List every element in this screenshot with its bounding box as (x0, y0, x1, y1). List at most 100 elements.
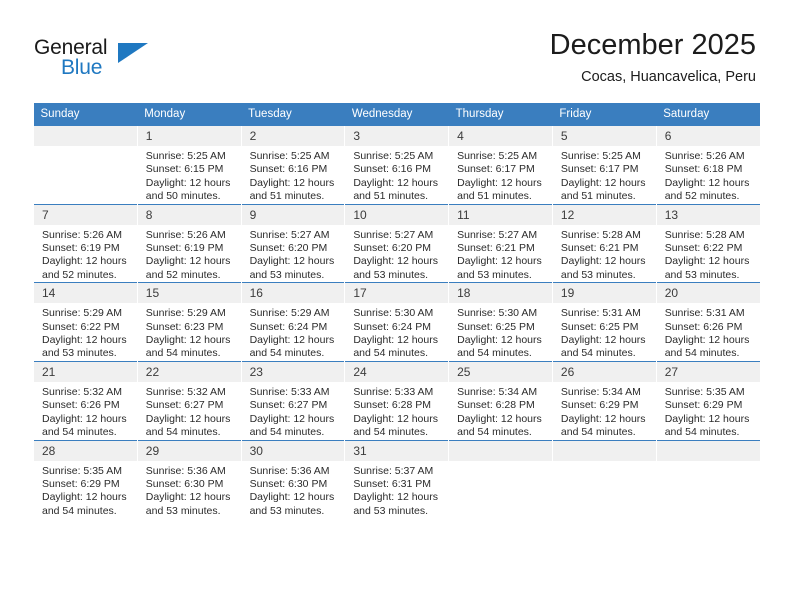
sunset-text: Sunset: 6:30 PM (145, 477, 224, 490)
sunrise-text: Sunrise: 5:29 AM (145, 307, 226, 320)
sunrise-text: Sunrise: 5:36 AM (145, 464, 226, 477)
day-details: Sunrise: 5:26 AM Sunset: 6:19 PM Daylight:… (34, 225, 137, 283)
daylight-text-line2: and 54 minutes. (42, 426, 117, 439)
triangle-icon (118, 43, 148, 63)
calendar-week-row: 7 Sunrise: 5:26 AM Sunset: 6:19 PM Daylight… (33, 203, 760, 283)
daylight-text-line1: Daylight: 12 hours (353, 412, 438, 425)
daylight-text-line2: and 54 minutes. (664, 426, 740, 439)
day-number: 28 (34, 440, 137, 461)
calendar-day-cell[interactable]: 12 Sunrise: 5:28 AM Sunset: 6:21 PM Dayligh… (551, 203, 657, 283)
daylight-text-line1: Daylight: 12 hours (353, 255, 438, 268)
calendar-day-cell[interactable]: 9 Sunrise: 5:27 AM Sunset: 6:20 PM Daylight… (240, 203, 345, 283)
calendar-day-cell[interactable]: 1 Sunrise: 5:25 AM Sunset: 6:15 PM Daylight… (136, 125, 242, 205)
daylight-text-line1: Daylight: 12 hours (664, 412, 750, 425)
daylight-text-line1: Daylight: 12 hours (249, 334, 335, 347)
calendar-day-cell[interactable]: 16 Sunrise: 5:29 AM Sunset: 6:24 PM Dayligh… (240, 282, 345, 362)
calendar-day-cell[interactable]: 5 Sunrise: 5:25 AM Sunset: 6:17 PM Daylight… (551, 125, 657, 205)
calendar-day-cell[interactable]: 29 Sunrise: 5:36 AM Sunset: 6:30 PM Dayligh… (136, 439, 242, 519)
daylight-text-line2: and 54 minutes. (353, 426, 429, 439)
calendar-day-cell[interactable]: 26 Sunrise: 5:34 AM Sunset: 6:29 PM Dayligh… (551, 360, 657, 440)
calendar-page: General Blue December 2025 Cocas, Huanca… (0, 0, 792, 612)
daylight-text-line1: Daylight: 12 hours (664, 176, 750, 189)
calendar-day-cell[interactable]: 23 Sunrise: 5:33 AM Sunset: 6:27 PM Dayligh… (240, 360, 345, 440)
day-details: Sunrise: 5:26 AM Sunset: 6:19 PM Daylight:… (138, 225, 241, 283)
day-details: Sunrise: 5:28 AM Sunset: 6:21 PM Daylight:… (553, 225, 656, 283)
weekday-header-monday: Monday (137, 103, 242, 126)
calendar-day-cell[interactable]: 28 Sunrise: 5:35 AM Sunset: 6:29 PM Dayligh… (33, 439, 138, 519)
page-subtitle: Cocas, Huancavelica, Peru (581, 69, 756, 85)
calendar-day-cell[interactable]: 4 Sunrise: 5:25 AM Sunset: 6:17 PM Daylight… (448, 125, 553, 205)
daylight-text-line1: Daylight: 12 hours (42, 334, 127, 347)
sunrise-text: Sunrise: 5:36 AM (249, 464, 330, 477)
daylight-text-line2: and 50 minutes. (145, 190, 221, 203)
daylight-text-line1: Daylight: 12 hours (249, 255, 335, 268)
calendar-day-cell[interactable]: 2 Sunrise: 5:25 AM Sunset: 6:16 PM Daylight… (240, 125, 345, 205)
calendar-day-cell[interactable]: 19 Sunrise: 5:31 AM Sunset: 6:25 PM Dayligh… (551, 282, 657, 362)
sunset-text: Sunset: 6:17 PM (560, 163, 639, 176)
daylight-text-line1: Daylight: 12 hours (42, 255, 127, 268)
calendar-day-cell[interactable]: 17 Sunrise: 5:30 AM Sunset: 6:24 PM Dayligh… (344, 282, 449, 362)
day-details: Sunrise: 5:25 AM Sunset: 6:16 PM Daylight:… (242, 146, 345, 204)
daylight-text-line2: and 54 minutes. (457, 347, 532, 360)
title-block: December 2025 Cocas, Huancavelica, Peru (550, 28, 756, 86)
sunrise-text: Sunrise: 5:29 AM (249, 307, 330, 320)
day-number: 3 (345, 126, 449, 146)
calendar-day-cell[interactable]: 18 Sunrise: 5:30 AM Sunset: 6:25 PM Dayligh… (448, 282, 553, 362)
day-number: 9 (241, 204, 345, 225)
weekday-header-wednesday: Wednesday (344, 103, 449, 126)
sunrise-text: Sunrise: 5:32 AM (42, 385, 122, 398)
calendar-day-cell[interactable]: 11 Sunrise: 5:27 AM Sunset: 6:21 PM Dayligh… (448, 203, 553, 283)
daylight-text-line2: and 53 minutes. (353, 504, 429, 517)
calendar-day-cell[interactable]: 31 Sunrise: 5:37 AM Sunset: 6:31 PM Dayligh… (344, 439, 449, 519)
daylight-text-line2: and 51 minutes. (353, 190, 429, 203)
daylight-text-line1: Daylight: 12 hours (353, 491, 438, 504)
day-details: Sunrise: 5:32 AM Sunset: 6:26 PM Daylight:… (34, 382, 137, 440)
calendar-day-cell[interactable]: 13 Sunrise: 5:28 AM Sunset: 6:22 PM Dayligh… (655, 203, 760, 283)
day-details: Sunrise: 5:31 AM Sunset: 6:26 PM Daylight:… (657, 303, 760, 361)
weekday-header-friday: Friday (552, 103, 657, 126)
calendar-day-cell[interactable]: 15 Sunrise: 5:29 AM Sunset: 6:23 PM Dayligh… (136, 282, 242, 362)
sunrise-text: Sunrise: 5:25 AM (560, 150, 641, 162)
day-number: 29 (137, 440, 241, 461)
sunset-text: Sunset: 6:27 PM (249, 399, 328, 412)
calendar-day-cell[interactable]: 8 Sunrise: 5:26 AM Sunset: 6:19 PM Daylight… (136, 203, 242, 283)
day-number: 27 (656, 361, 760, 382)
calendar-day-cell[interactable]: 10 Sunrise: 5:27 AM Sunset: 6:20 PM Dayligh… (344, 203, 449, 283)
daylight-text-line2: and 52 minutes. (145, 268, 221, 281)
day-details: Sunrise: 5:33 AM Sunset: 6:27 PM Daylight:… (242, 382, 345, 440)
calendar-day-cell[interactable]: 21 Sunrise: 5:32 AM Sunset: 6:26 PM Dayligh… (33, 360, 138, 440)
sunrise-text: Sunrise: 5:29 AM (42, 307, 122, 320)
day-number: 11 (449, 204, 552, 225)
calendar-day-cell[interactable]: 22 Sunrise: 5:32 AM Sunset: 6:27 PM Dayligh… (136, 360, 242, 440)
calendar-day-cell[interactable]: 7 Sunrise: 5:26 AM Sunset: 6:19 PM Daylight… (33, 203, 138, 283)
calendar-cell-empty (33, 125, 138, 205)
day-details: Sunrise: 5:35 AM Sunset: 6:29 PM Daylight:… (34, 461, 137, 519)
daylight-text-line1: Daylight: 12 hours (353, 176, 438, 189)
calendar-day-cell[interactable]: 3 Sunrise: 5:25 AM Sunset: 6:16 PM Daylight… (344, 125, 449, 205)
day-details: Sunrise: 5:25 AM Sunset: 6:17 PM Daylight:… (449, 146, 552, 204)
day-details: Sunrise: 5:25 AM Sunset: 6:17 PM Daylight:… (553, 146, 656, 204)
calendar-day-cell[interactable]: 6 Sunrise: 5:26 AM Sunset: 6:18 PM Daylight… (655, 125, 760, 205)
calendar-day-cell[interactable]: 24 Sunrise: 5:33 AM Sunset: 6:28 PM Dayligh… (344, 360, 449, 440)
daylight-text-line1: Daylight: 12 hours (145, 176, 231, 189)
calendar-day-cell[interactable]: 25 Sunrise: 5:34 AM Sunset: 6:28 PM Dayligh… (448, 360, 553, 440)
calendar-cell-empty (448, 439, 553, 519)
general-blue-logo[interactable]: General Blue (34, 36, 164, 86)
calendar-day-cell[interactable]: 30 Sunrise: 5:36 AM Sunset: 6:30 PM Dayligh… (240, 439, 345, 519)
calendar-day-cell[interactable]: 27 Sunrise: 5:35 AM Sunset: 6:29 PM Dayligh… (655, 360, 760, 440)
calendar-day-cell[interactable]: 20 Sunrise: 5:31 AM Sunset: 6:26 PM Dayligh… (655, 282, 760, 362)
sunset-text: Sunset: 6:20 PM (249, 242, 328, 255)
daylight-text-line1: Daylight: 12 hours (664, 255, 750, 268)
sunrise-text: Sunrise: 5:26 AM (145, 228, 226, 241)
sunrise-text: Sunrise: 5:33 AM (249, 385, 330, 398)
day-number: 18 (449, 283, 552, 304)
day-details: Sunrise: 5:37 AM Sunset: 6:31 PM Daylight:… (345, 461, 448, 519)
day-details: Sunrise: 5:36 AM Sunset: 6:30 PM Daylight:… (138, 461, 241, 519)
sunset-text: Sunset: 6:19 PM (145, 242, 224, 255)
day-number (449, 440, 552, 461)
sunset-text: Sunset: 6:29 PM (664, 399, 743, 412)
sunrise-text: Sunrise: 5:30 AM (457, 307, 538, 320)
calendar-week-row: 21 Sunrise: 5:32 AM Sunset: 6:26 PM Dayligh… (33, 360, 760, 440)
day-number (552, 440, 656, 461)
calendar-day-cell[interactable]: 14 Sunrise: 5:29 AM Sunset: 6:22 PM Dayligh… (33, 282, 138, 362)
